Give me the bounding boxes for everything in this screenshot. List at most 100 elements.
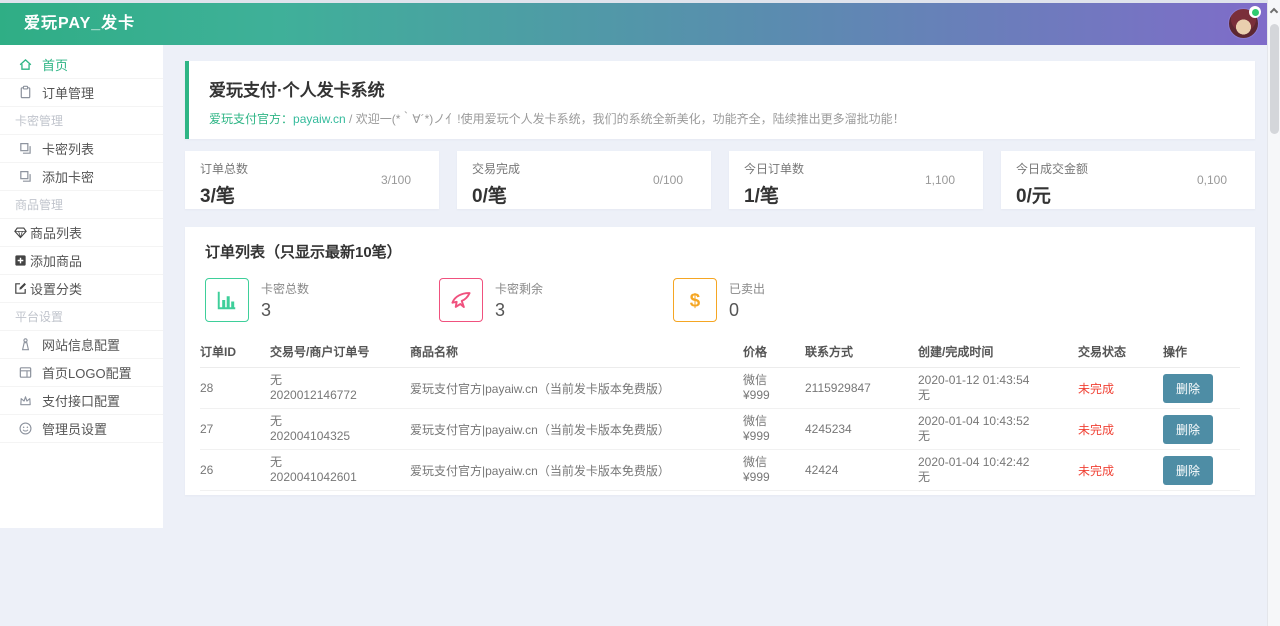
column-header: 订单ID <box>200 343 270 360</box>
person-icon <box>18 337 33 352</box>
price-cell: 微信¥999 <box>743 373 805 403</box>
mini-stat: $已卖出0 <box>673 278 907 322</box>
main-content: 爱玩支付·个人发卡系统 爱玩支付官方：payaiw.cn / 欢迎一(*｀∀´*… <box>185 45 1255 495</box>
trade-no-cell-line2: 202004104325 <box>270 429 410 444</box>
sidebar-item-layers[interactable]: 卡密列表 <box>0 135 163 163</box>
order-id-cell: 28 <box>200 381 270 395</box>
sidebar-section-label: 卡密管理 <box>0 107 163 135</box>
scroll-up-arrow-icon[interactable] <box>1270 8 1278 16</box>
page-scrollbar[interactable] <box>1267 0 1280 626</box>
plus-square-icon <box>13 253 28 268</box>
time-cell-line2: 无 <box>918 470 1078 485</box>
stat-card: 今日订单数1/笔1,100 <box>729 151 983 209</box>
sidebar-section-label: 平台设置 <box>0 303 163 331</box>
stat-card-left: 今日成交金额0/元 <box>1016 160 1088 200</box>
sidebar-item-clipboard[interactable]: 订单管理 <box>0 79 163 107</box>
stat-card-label: 今日订单数 <box>744 160 804 177</box>
column-header: 交易状态 <box>1078 343 1163 360</box>
edit-icon <box>13 281 28 296</box>
welcome-subtitle: 爱玩支付官方：payaiw.cn / 欢迎一(*｀∀´*)ノ亻!使用爱玩个人发卡… <box>209 110 1235 127</box>
sidebar-item-label: 网站信息配置 <box>42 335 120 354</box>
time-cell-line1: 2020-01-04 10:42:42 <box>918 455 1078 470</box>
sidebar-item-home[interactable]: 首页 <box>0 51 163 79</box>
stat-card: 订单总数3/笔3/100 <box>185 151 439 209</box>
trade-no-cell: 无202004104325 <box>270 414 410 444</box>
dollar-icon-box: $ <box>673 278 717 322</box>
sidebar-item-label: 支付接口配置 <box>42 391 120 410</box>
bar-chart-icon <box>215 288 239 312</box>
stat-card-value: 1/笔 <box>744 181 804 208</box>
contact-cell: 42424 <box>805 463 918 477</box>
sidebar-item-layers[interactable]: 添加卡密 <box>0 163 163 191</box>
stat-card-value: 0/元 <box>1016 181 1088 208</box>
column-header: 操作 <box>1163 343 1240 360</box>
mini-stat-label: 卡密总数 <box>261 280 309 297</box>
sidebar-item-label: 管理员设置 <box>42 419 107 438</box>
price-cell-line2: ¥999 <box>743 470 805 485</box>
user-avatar[interactable] <box>1228 8 1259 39</box>
orders-table-header: 订单ID交易号/商户订单号商品名称价格联系方式创建/完成时间交易状态操作 <box>200 336 1240 368</box>
scrollbar-thumb[interactable] <box>1270 24 1279 134</box>
sidebar-item-gem[interactable]: 商品列表 <box>0 219 163 247</box>
action-cell: 删除 <box>1163 415 1240 444</box>
product-name-cell: 爱玩支付官方|payaiw.cn（当前发卡版本免费版） <box>410 421 743 438</box>
sidebar-item-label: 首页LOGO配置 <box>42 363 132 382</box>
app-header: 爱玩PAY_发卡 <box>0 3 1267 45</box>
column-header: 创建/完成时间 <box>918 343 1078 360</box>
welcome-message: / 欢迎一(*｀∀´*)ノ亻!使用爱玩个人发卡系统，我们的系统全新美化，功能齐全… <box>346 112 905 126</box>
sidebar: 首页订单管理卡密管理卡密列表添加卡密商品管理商品列表添加商品设置分类平台设置网站… <box>0 45 163 528</box>
column-header: 价格 <box>743 343 805 360</box>
time-cell-line1: 2020-01-04 10:43:52 <box>918 414 1078 429</box>
mini-stat-value: 0 <box>729 300 765 321</box>
trade-no-cell: 无2020012146772 <box>270 373 410 403</box>
send-icon-box <box>439 278 483 322</box>
sidebar-item-person[interactable]: 网站信息配置 <box>0 331 163 359</box>
app-logo: 爱玩PAY_发卡 <box>24 3 135 45</box>
delete-button[interactable]: 删除 <box>1163 415 1213 444</box>
time-cell-line2: 无 <box>918 388 1078 403</box>
sidebar-item-edit[interactable]: 设置分类 <box>0 275 163 303</box>
price-cell-line1: 微信 <box>743 455 805 470</box>
stat-card-left: 订单总数3/笔 <box>200 160 248 200</box>
sidebar-item-plus-square[interactable]: 添加商品 <box>0 247 163 275</box>
official-prefix: 爱玩支付官方： <box>209 112 293 126</box>
stat-card-sub-value: 0,100 <box>1197 173 1227 187</box>
stat-card: 今日成交金额0/元 0,100 <box>1001 151 1255 209</box>
column-header: 商品名称 <box>410 343 743 360</box>
table-row: 28无2020012146772爱玩支付官方|payaiw.cn（当前发卡版本免… <box>200 368 1240 409</box>
sidebar-item-label: 卡密列表 <box>42 139 94 158</box>
delete-button[interactable]: 删除 <box>1163 374 1213 403</box>
sidebar-item-label: 订单管理 <box>42 83 94 102</box>
mini-stat-value: 3 <box>495 300 543 321</box>
sidebar-item-smiley[interactable]: 管理员设置 <box>0 415 163 443</box>
stat-card-value: 3/笔 <box>200 181 248 208</box>
time-cell: 2020-01-04 10:43:52无 <box>918 414 1078 444</box>
crown-icon <box>18 393 33 408</box>
mini-stat: 卡密总数3 <box>205 278 439 322</box>
send-icon <box>449 288 473 312</box>
svg-text:$: $ <box>690 290 701 311</box>
stat-cards-row: 订单总数3/笔3/100交易完成0/笔0/100今日订单数1/笔1,100今日成… <box>185 151 1255 209</box>
sidebar-item-label: 添加卡密 <box>42 167 94 186</box>
official-site-link[interactable]: payaiw.cn <box>293 112 346 126</box>
online-dot-icon <box>1252 9 1259 16</box>
status-badge: 未完成 <box>1078 464 1114 478</box>
trade-no-cell-line2: 2020012146772 <box>270 388 410 403</box>
sidebar-menu: 首页订单管理卡密管理卡密列表添加卡密商品管理商品列表添加商品设置分类平台设置网站… <box>0 51 163 443</box>
price-cell: 微信¥999 <box>743 455 805 485</box>
sidebar-item-label: 添加商品 <box>30 251 82 270</box>
stat-card-label: 订单总数 <box>200 160 248 177</box>
online-status-badge <box>1249 6 1261 18</box>
mini-stats-row: 卡密总数3卡密剩余3$已卖出0 <box>200 278 1240 322</box>
contact-cell: 2115929847 <box>805 381 918 395</box>
trade-no-cell-line1: 无 <box>270 455 410 470</box>
sidebar-item-crown[interactable]: 支付接口配置 <box>0 387 163 415</box>
stat-card: 交易完成0/笔0/100 <box>457 151 711 209</box>
trade-no-cell-line1: 无 <box>270 373 410 388</box>
delete-button[interactable]: 删除 <box>1163 456 1213 485</box>
sidebar-item-layout[interactable]: 首页LOGO配置 <box>0 359 163 387</box>
home-icon <box>18 57 33 72</box>
stat-card-sub-value: 0/100 <box>653 173 683 187</box>
gem-icon <box>13 225 28 240</box>
sidebar-item-label: 商品列表 <box>30 223 82 242</box>
